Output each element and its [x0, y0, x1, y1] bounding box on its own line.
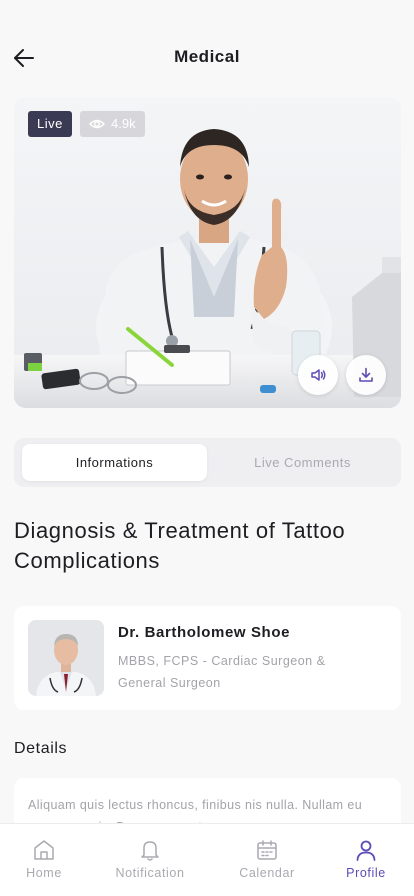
- video-frame-image: [14, 97, 401, 408]
- doctor-avatar: [28, 620, 104, 696]
- app-header: Medical: [0, 0, 414, 100]
- calendar-icon: [257, 840, 277, 860]
- nav-profile[interactable]: Profile: [326, 838, 406, 880]
- doctor-specialty: MBBS, FCPS - Cardiac Surgeon & General S…: [118, 654, 326, 690]
- live-video-player[interactable]: Live 4.9k: [14, 97, 401, 408]
- doctor-card[interactable]: Dr. Bartholomew Shoe MBBS, FCPS - Cardia…: [14, 606, 401, 710]
- info-tabs: Informations Live Comments: [14, 438, 401, 487]
- views-badge: 4.9k: [80, 111, 145, 137]
- bell-icon: [141, 841, 159, 861]
- nav-notification[interactable]: Notification: [110, 838, 190, 880]
- nav-calendar[interactable]: Calendar: [227, 838, 307, 880]
- details-heading: Details: [14, 740, 68, 757]
- speaker-icon: [311, 369, 326, 381]
- download-icon: [359, 367, 373, 382]
- nav-profile-label: Profile: [346, 866, 386, 880]
- session-title: Diagnosis & Treatment of Tattoo Complica…: [14, 518, 346, 573]
- page-title: Medical: [174, 47, 240, 66]
- nav-home[interactable]: Home: [4, 838, 84, 880]
- sound-button[interactable]: [298, 355, 338, 395]
- views-count: 4.9k: [111, 116, 136, 131]
- nav-home-label: Home: [26, 866, 62, 880]
- eye-icon: [89, 119, 105, 129]
- home-icon: [34, 840, 54, 860]
- bottom-nav: Home Notification Calendar Profile: [0, 823, 414, 896]
- profile-icon: [356, 840, 376, 861]
- doctor-name: Dr. Bartholomew Shoe: [118, 624, 291, 641]
- tab-informations[interactable]: Informations: [22, 444, 207, 481]
- tab-live-comments[interactable]: Live Comments: [210, 444, 395, 481]
- nav-notification-label: Notification: [115, 866, 185, 880]
- download-button[interactable]: [346, 355, 386, 395]
- nav-calendar-label: Calendar: [239, 866, 295, 880]
- live-badge: Live: [28, 111, 72, 137]
